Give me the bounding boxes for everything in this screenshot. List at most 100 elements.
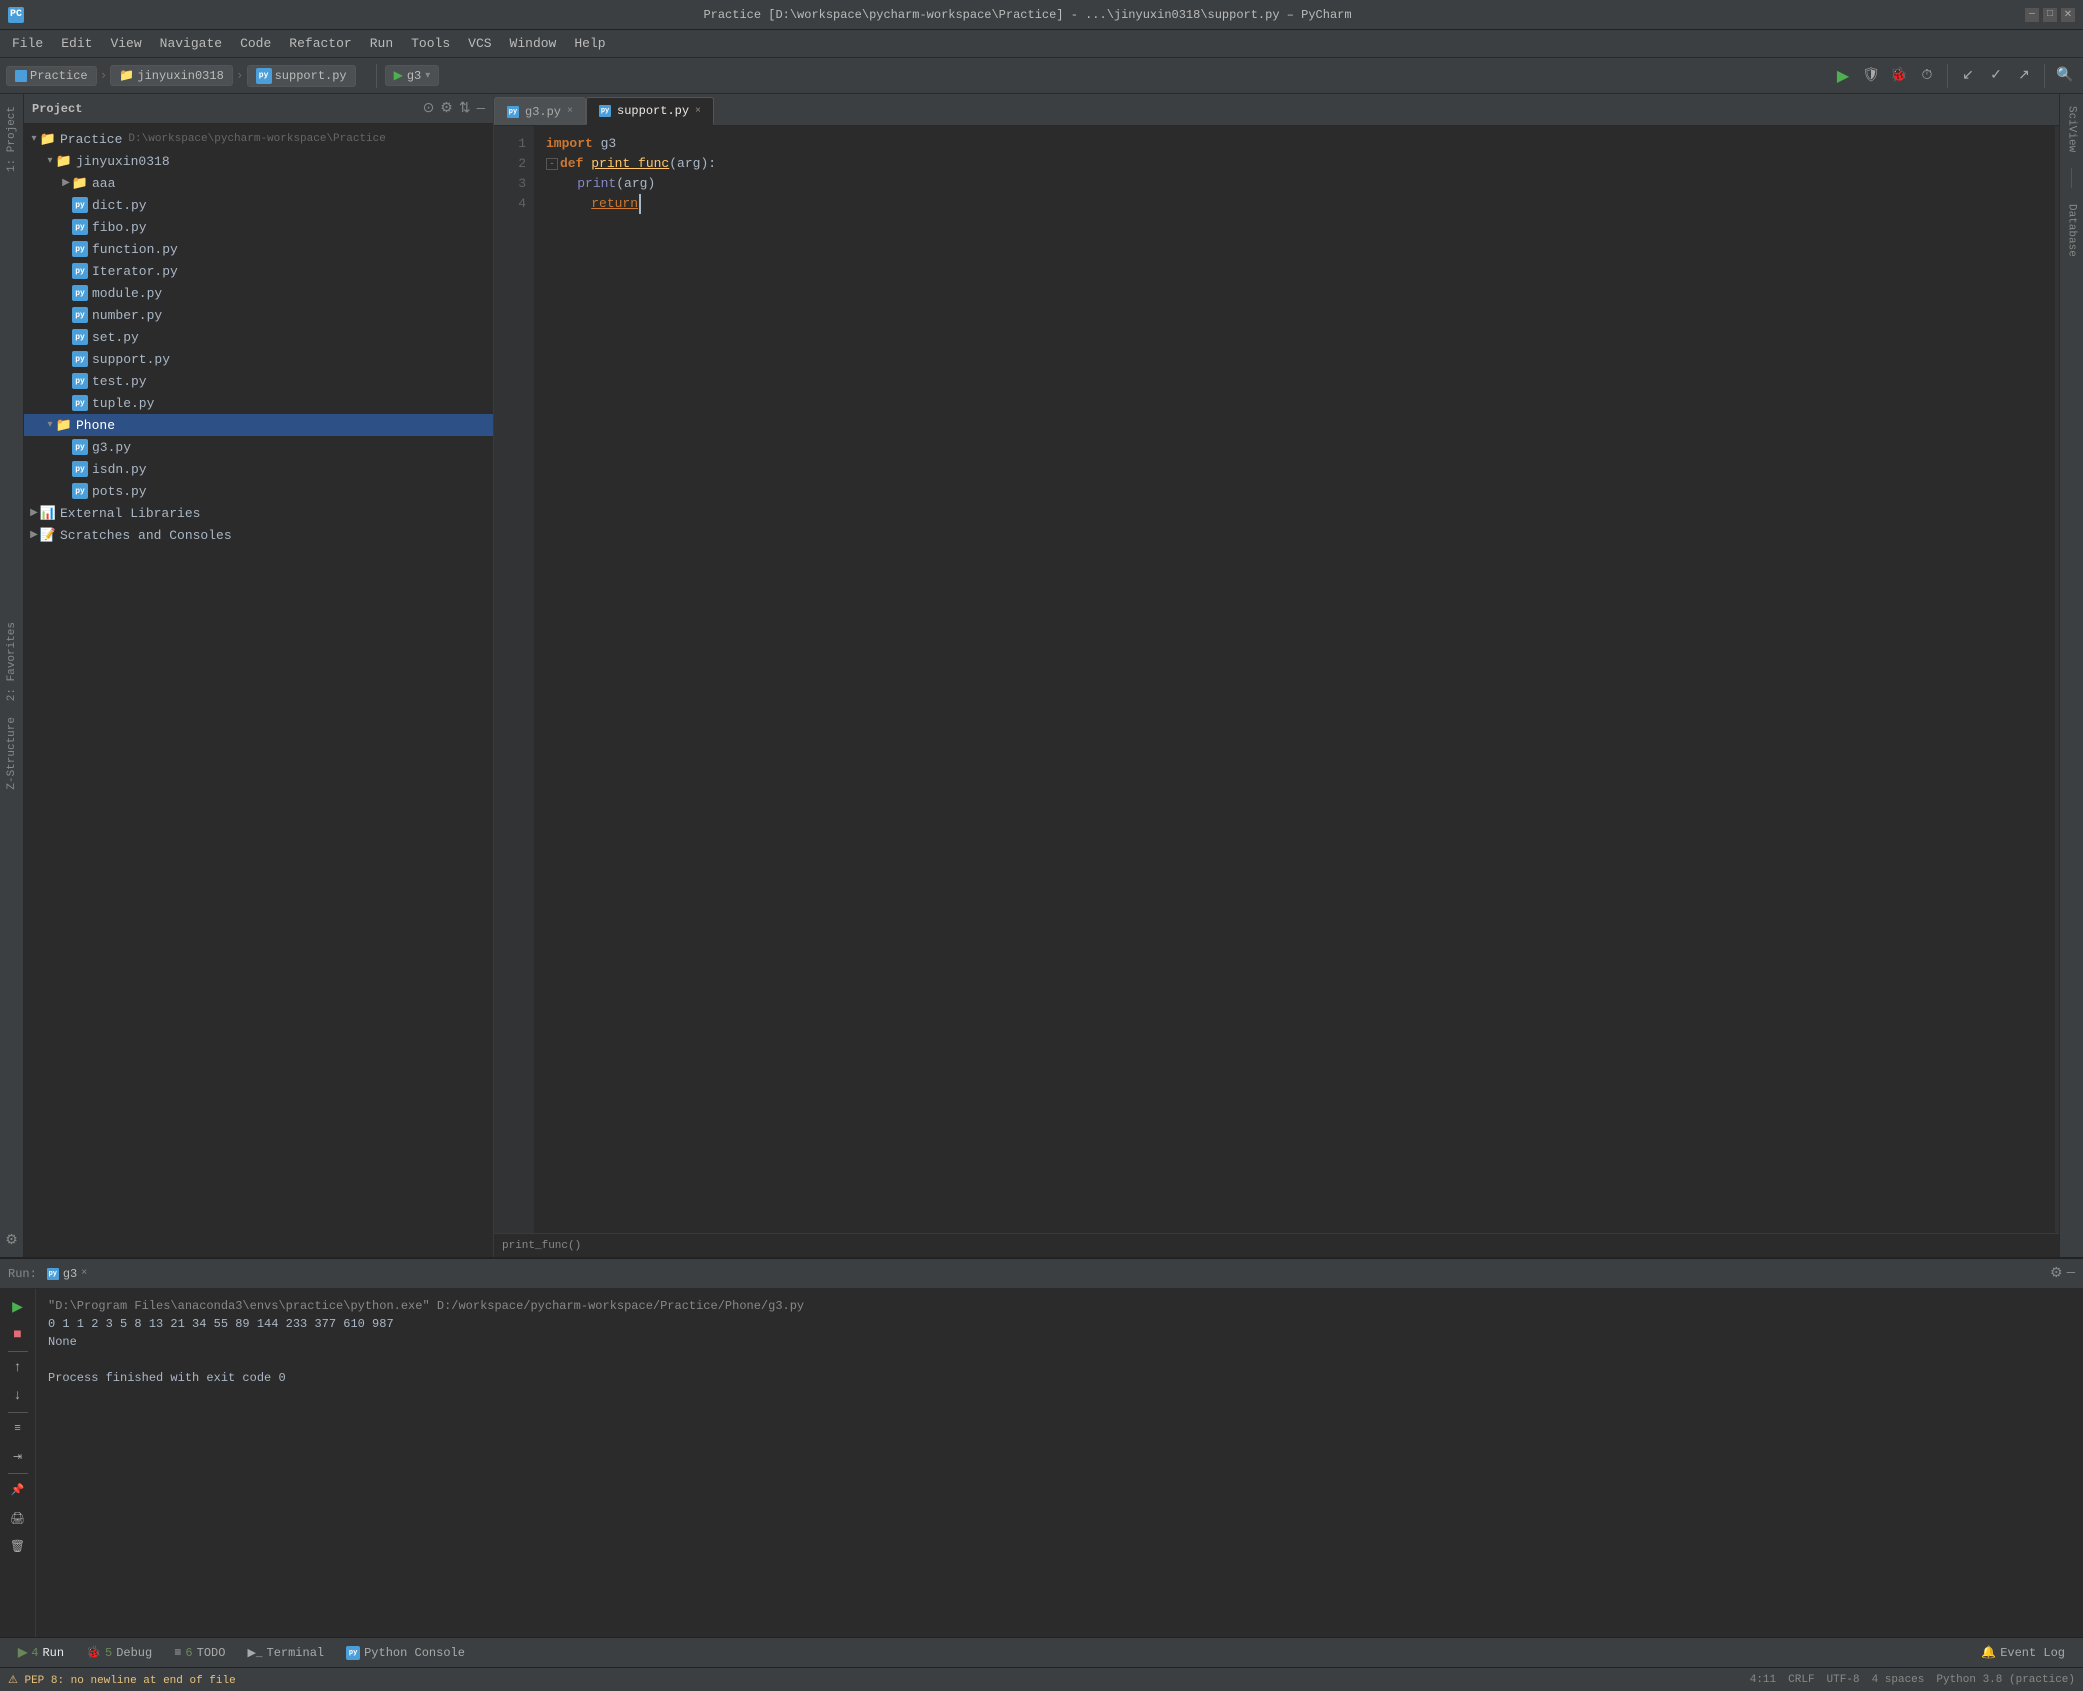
- panel-icon-minimize[interactable]: —: [477, 101, 485, 117]
- menu-run[interactable]: Run: [362, 34, 401, 53]
- menu-code[interactable]: Code: [232, 34, 279, 53]
- tree-item-tuple[interactable]: py tuple.py: [24, 392, 493, 414]
- tree-item-aaa[interactable]: ▶ 📁 aaa: [24, 172, 493, 194]
- status-interpreter[interactable]: Python 3.8 (practice): [1936, 1674, 2075, 1686]
- menu-view[interactable]: View: [102, 34, 149, 53]
- search-everywhere-button[interactable]: 🔍: [2053, 64, 2077, 88]
- toolbar-btn-jinyuxin[interactable]: 📁 jinyuxin0318: [110, 65, 232, 86]
- tree-item-pots[interactable]: py pots.py: [24, 480, 493, 502]
- bottom-tab-event-log[interactable]: 🔔 Event Log: [1971, 1641, 2075, 1665]
- menu-refactor[interactable]: Refactor: [281, 34, 359, 53]
- sidebar-item-structure[interactable]: Z-Structure: [4, 713, 20, 794]
- run-scroll-down-button[interactable]: ↓: [6, 1384, 30, 1408]
- tree-label-scratches: Scratches and Consoles: [60, 528, 232, 543]
- run-button[interactable]: ▶: [1831, 64, 1855, 88]
- run-soft-wrap-button[interactable]: ≡: [6, 1417, 30, 1441]
- menu-help[interactable]: Help: [566, 34, 613, 53]
- menu-edit[interactable]: Edit: [53, 34, 100, 53]
- tree-item-scratches[interactable]: ▶ 📝 Scratches and Consoles: [24, 524, 493, 546]
- tab-g3py[interactable]: py g3.py ×: [494, 97, 586, 125]
- code-content[interactable]: import g3 - def print_func(arg): print(a…: [534, 126, 2045, 1233]
- toolbar-btn-support[interactable]: py support.py: [247, 65, 356, 87]
- code-editor[interactable]: 1 2 3 4 import g3 - def print_func(arg):: [494, 126, 2059, 1233]
- run-tab-text: Run: [42, 1646, 64, 1660]
- vcs-push-button[interactable]: ↗: [2012, 64, 2036, 88]
- run-clear-button[interactable]: 🗑: [6, 1534, 30, 1558]
- status-encoding[interactable]: UTF-8: [1827, 1674, 1860, 1686]
- toolbar: Practice › 📁 jinyuxin0318 › py support.p…: [0, 58, 2083, 94]
- tree-item-test[interactable]: py test.py: [24, 370, 493, 392]
- tab-close-support[interactable]: ×: [695, 106, 701, 117]
- menu-window[interactable]: Window: [502, 34, 565, 53]
- vcs-update-button[interactable]: ↙: [1956, 64, 1980, 88]
- run-tab-label: g3: [63, 1267, 77, 1281]
- tab-supportpy[interactable]: py support.py ×: [586, 97, 714, 125]
- tree-item-function[interactable]: py function.py: [24, 238, 493, 260]
- menu-vcs[interactable]: VCS: [460, 34, 499, 53]
- line-numbers: 1 2 3 4: [494, 126, 534, 1233]
- tree-item-set[interactable]: py set.py: [24, 326, 493, 348]
- tab-close-g3[interactable]: ×: [567, 106, 573, 117]
- run-scroll-up-button[interactable]: ↑: [6, 1356, 30, 1380]
- toolbar-btn-practice[interactable]: Practice: [6, 66, 97, 86]
- run-print-button[interactable]: ⇥: [6, 1445, 30, 1469]
- maximize-button[interactable]: □: [2043, 8, 2057, 22]
- run-settings2-button[interactable]: 🖨: [6, 1506, 30, 1530]
- bottom-tab-terminal[interactable]: ▶_ Terminal: [237, 1641, 334, 1665]
- profile-button[interactable]: ⏱: [1915, 64, 1939, 88]
- status-line-ending[interactable]: CRLF: [1788, 1674, 1814, 1686]
- run-play-button[interactable]: ▶: [6, 1295, 30, 1319]
- run-tab-close[interactable]: ×: [81, 1268, 87, 1279]
- run-tab[interactable]: py g3 ×: [47, 1267, 87, 1281]
- tree-item-jinyuxin[interactable]: ▾ 📁 jinyuxin0318: [24, 150, 493, 172]
- fold-icon-2[interactable]: -: [546, 158, 558, 170]
- run-coverage-button[interactable]: 🛡: [1859, 64, 1883, 88]
- tree-item-module[interactable]: py module.py: [24, 282, 493, 304]
- right-sidebar-sciview[interactable]: SciView: [2064, 102, 2080, 156]
- run-pin-button[interactable]: 📌: [6, 1478, 30, 1502]
- bottom-tab-python-console[interactable]: py Python Console: [336, 1641, 475, 1665]
- tree-item-number[interactable]: py number.py: [24, 304, 493, 326]
- right-sidebar-database[interactable]: Database: [2064, 200, 2080, 261]
- sidebar-item-project[interactable]: 1: Project: [4, 102, 20, 176]
- minimize-button[interactable]: —: [2025, 8, 2039, 22]
- tree-item-fibo[interactable]: py fibo.py: [24, 216, 493, 238]
- panel-settings-icon[interactable]: ⚙: [2050, 1265, 2063, 1282]
- panel-icon-settings[interactable]: ⚙: [440, 100, 453, 117]
- sidebar-settings-icon[interactable]: ⚙: [5, 1232, 18, 1249]
- sidebar-item-favorites[interactable]: 2: Favorites: [4, 614, 20, 705]
- tree-item-dict[interactable]: py dict.py: [24, 194, 493, 216]
- run-config-selector[interactable]: ▶ g3 ▾: [385, 65, 440, 86]
- tree-item-g3[interactable]: py g3.py: [24, 436, 493, 458]
- panel-icon-scope[interactable]: ⊙: [423, 100, 435, 117]
- bottom-tab-debug[interactable]: 🐞 5 Debug: [76, 1641, 162, 1665]
- tree-label-isdn: isdn.py: [92, 462, 147, 477]
- tree-item-practice[interactable]: ▾ 📁 Practice D:\workspace\pycharm-worksp…: [24, 128, 493, 150]
- menu-tools[interactable]: Tools: [403, 34, 458, 53]
- debug-button[interactable]: 🐞: [1887, 64, 1911, 88]
- project-panel: Project ⊙ ⚙ ⇅ — ▾ 📁 Practice D:\workspac…: [24, 94, 494, 1257]
- tree-item-iterator[interactable]: py Iterator.py: [24, 260, 493, 282]
- panel-icon-expand[interactable]: ⇅: [459, 100, 471, 117]
- tree-label-dict: dict.py: [92, 198, 147, 213]
- run-stop-button[interactable]: ■: [6, 1323, 30, 1347]
- bottom-tab-todo[interactable]: ≡ 6 TODO: [164, 1641, 235, 1665]
- vcs-commit-button[interactable]: ✓: [1984, 64, 2008, 88]
- panel-close-icon[interactable]: —: [2067, 1265, 2075, 1282]
- tree-item-phone[interactable]: ▾ 📁 Phone: [24, 414, 493, 436]
- close-button[interactable]: ✕: [2061, 8, 2075, 22]
- tree-item-ext-libs[interactable]: ▶ 📊 External Libraries: [24, 502, 493, 524]
- bottom-tab-run[interactable]: ▶ 4 Run: [8, 1641, 74, 1665]
- menu-navigate[interactable]: Navigate: [152, 34, 230, 53]
- editor-scrollbar[interactable]: [2055, 126, 2059, 1233]
- console-process-finished: Process finished with exit code 0: [48, 1371, 286, 1385]
- window-controls[interactable]: — □ ✕: [2025, 8, 2075, 22]
- menu-file[interactable]: File: [4, 34, 51, 53]
- status-position[interactable]: 4:11: [1750, 1674, 1776, 1686]
- status-indent[interactable]: 4 spaces: [1872, 1674, 1925, 1686]
- tree-item-isdn[interactable]: py isdn.py: [24, 458, 493, 480]
- folder-icon-jinyuxin: 📁: [56, 153, 72, 169]
- status-warning[interactable]: ⚠ PEP 8: no newline at end of file: [8, 1673, 236, 1687]
- tree-item-support[interactable]: py support.py: [24, 348, 493, 370]
- tree-label-practice: Practice: [60, 132, 122, 147]
